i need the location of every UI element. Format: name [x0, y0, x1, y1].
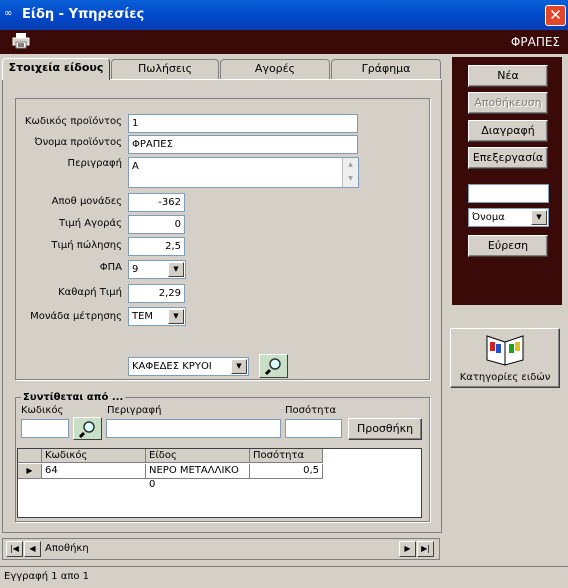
add-component-button[interactable]: Προσθήκη [348, 418, 422, 440]
composed-quantity-label: Ποσότητα [285, 405, 337, 416]
print-icon[interactable] [12, 32, 30, 49]
composed-description-field[interactable] [106, 419, 281, 438]
description-field[interactable]: Α ▲ ▼ [128, 157, 359, 188]
vat-label: ΦΠΑ [99, 262, 122, 273]
next-record-button[interactable]: ▶ [399, 541, 416, 557]
record-count: Εγγραφή 1 απο 1 [4, 571, 90, 582]
buy-price-field[interactable]: 0 [128, 215, 185, 234]
edit-button[interactable]: Επεξεργασία [468, 147, 548, 169]
chevron-down-icon[interactable]: ▼ [531, 210, 547, 225]
chevron-down-icon[interactable]: ▼ [168, 309, 184, 324]
previous-record-button[interactable]: ◀ [24, 541, 41, 557]
tab-chart[interactable]: Γράφημα [331, 59, 441, 79]
search-field-select[interactable]: Όνομα ▼ [468, 208, 549, 227]
window-titlebar: ∞ Είδη - Υπηρεσίες ✕ [0, 0, 568, 30]
first-record-button[interactable]: |◀ [6, 541, 23, 557]
table-cell-code[interactable]: 64 [42, 464, 146, 479]
category-value: ΚΑΦΕΔΕΣ ΚΡΥΟΙ [132, 361, 212, 372]
search-field-value: Όνομα [472, 212, 505, 223]
unit-value: ΤΕΜ [132, 311, 154, 322]
vat-value: 9 [132, 264, 139, 275]
code-label: Κωδικός προϊόντος [24, 116, 122, 127]
grid-header-item[interactable]: Είδος [146, 449, 250, 463]
magnifier-icon [264, 358, 281, 375]
composed-search-button[interactable] [73, 417, 102, 440]
close-button[interactable]: ✕ [545, 5, 566, 26]
chevron-down-icon[interactable]: ▼ [231, 359, 247, 374]
name-field[interactable]: ΦΡΑΠΕΣ [128, 135, 358, 154]
grid-row-indicator-header [18, 449, 42, 463]
tab-item-details[interactable]: Στοιχεία είδους [2, 58, 110, 80]
record-title: ΦΡΑΠΕΣ [510, 35, 560, 49]
composed-of-title: Συντίθεται από ... [21, 392, 126, 403]
net-price-label: Καθαρή Τιμή [58, 287, 122, 298]
description-label: Περιγραφή [67, 158, 122, 169]
grid-header-quantity[interactable]: Ποσότητα [250, 449, 323, 463]
description-scrollbar[interactable]: ▲ ▼ [342, 158, 358, 187]
table-cell-quantity[interactable]: 0,5 [250, 464, 323, 479]
categories-button[interactable]: Κατηγορίες ειδών [450, 328, 560, 388]
net-price-field[interactable]: 2,29 [128, 284, 185, 303]
composed-code-field[interactable] [21, 419, 69, 438]
category-search-button[interactable] [259, 354, 288, 378]
vat-select[interactable]: 9 ▼ [128, 260, 186, 279]
sell-price-label: Τιμή πώλησης [51, 240, 122, 251]
sell-price-field[interactable]: 2,5 [128, 237, 185, 256]
chevron-down-icon[interactable]: ▼ [168, 262, 184, 277]
table-cell-item[interactable]: ΝΕΡΟ ΜΕΤΑΛΛΙΚΟ 0 [146, 464, 250, 490]
row-pointer-icon: ▶ [18, 464, 42, 479]
composed-quantity-field[interactable] [285, 419, 342, 438]
composed-code-label: Κωδικός [21, 405, 64, 416]
navigator-caption: Αποθήκη [45, 543, 89, 554]
stock-label: Αποθ μονάδες [51, 196, 122, 207]
stock-field[interactable]: -362 [128, 193, 185, 212]
category-select[interactable]: ΚΑΦΕΔΕΣ ΚΡΥΟΙ ▼ [128, 357, 249, 376]
status-bar: Εγγραφή 1 απο 1 [0, 566, 568, 588]
scroll-down-icon[interactable]: ▼ [343, 172, 358, 186]
description-text: Α [132, 161, 139, 172]
app-icon: ∞ [4, 8, 13, 19]
unit-select[interactable]: ΤΕΜ ▼ [128, 307, 186, 326]
window-title: Είδη - Υπηρεσίες [22, 7, 145, 22]
components-grid[interactable]: Κωδικός Είδος Ποσότητα ▶ 64 ΝΕΡΟ ΜΕΤΑΛΛΙ… [17, 448, 422, 518]
new-button[interactable]: Νέα [468, 65, 548, 87]
book-icon [486, 335, 524, 366]
search-input[interactable] [468, 184, 549, 203]
categories-label: Κατηγορίες ειδών [459, 372, 551, 383]
find-button[interactable]: Εύρεση [468, 235, 548, 257]
record-navigator: |◀ ◀ Αποθήκη ▶ ▶| [2, 538, 440, 560]
record-header: ΦΡΑΠΕΣ [0, 30, 568, 54]
tab-sales[interactable]: Πωλήσεις [111, 59, 219, 79]
grid-header-code[interactable]: Κωδικός [42, 449, 146, 463]
last-record-button[interactable]: ▶| [417, 541, 434, 557]
composed-description-label: Περιγραφή [107, 405, 162, 416]
scroll-up-icon[interactable]: ▲ [343, 158, 358, 172]
tab-purchases[interactable]: Αγορές [220, 59, 330, 79]
buy-price-label: Τιμή Αγοράς [58, 218, 122, 229]
magnifier-icon [78, 420, 95, 438]
save-button[interactable]: Αποθήκευση [468, 92, 548, 114]
name-label: Όνομα προϊόντος [34, 137, 122, 148]
unit-label: Μονάδα μέτρησης [30, 311, 122, 322]
code-field[interactable]: 1 [128, 114, 358, 133]
delete-button[interactable]: Διαγραφή [468, 120, 548, 142]
